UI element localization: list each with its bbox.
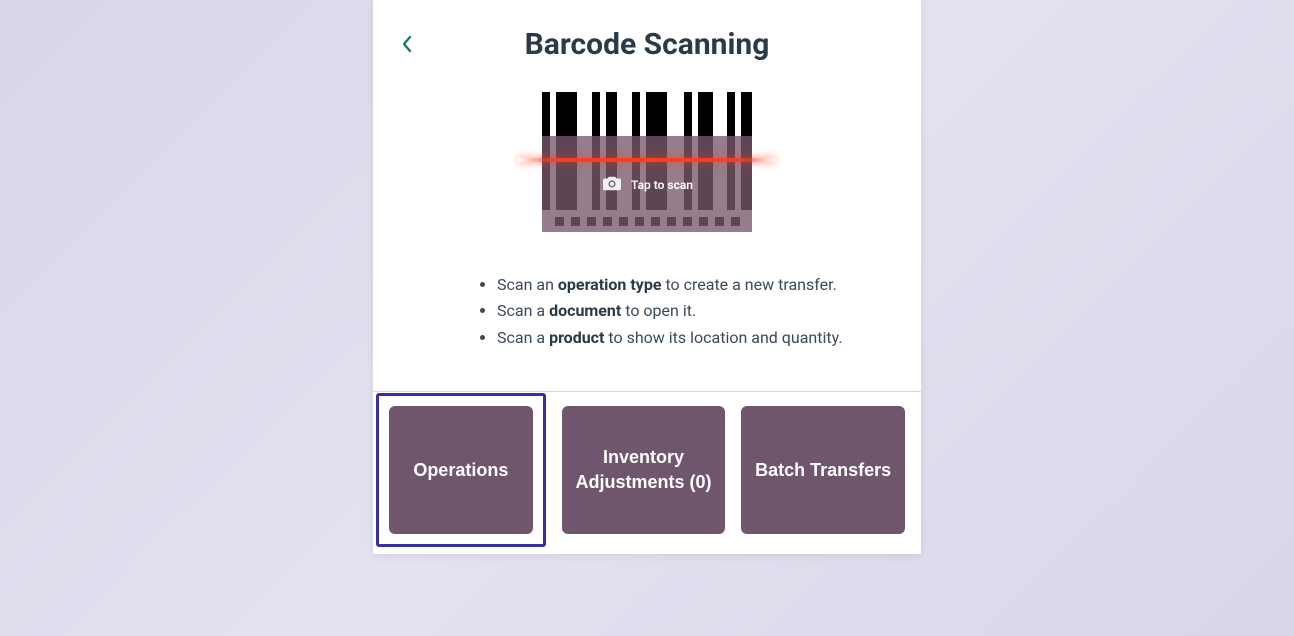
instruction-line-3: Scan a product to show its location and … [497,325,865,351]
tap-to-scan-button[interactable]: Tap to scan [542,136,752,232]
barcode-area: Tap to scan [389,92,905,232]
barcode-widget: Tap to scan [542,92,752,232]
instruction-line-2: Scan a document to open it. [497,298,865,324]
tap-row: Tap to scan [601,174,693,195]
operations-button[interactable]: Operations [389,406,533,534]
scan-line [518,158,776,162]
batch-transfers-button[interactable]: Batch Transfers [741,406,905,534]
main-card: Barcode Scanning [373,0,921,554]
header: Barcode Scanning [389,24,905,64]
inventory-adjustments-button[interactable]: Inventory Adjustments (0) [562,406,726,534]
divider [373,391,921,392]
selected-highlight: Operations [376,393,546,547]
page-title: Barcode Scanning [525,27,770,62]
chevron-left-icon [400,34,414,54]
instruction-line-1: Scan an operation type to create a new t… [497,272,865,298]
tap-label: Tap to scan [631,178,693,192]
camera-icon [601,174,623,195]
back-button[interactable] [395,32,419,56]
action-buttons-row: Operations Inventory Adjustments (0) Bat… [389,406,905,534]
instructions: Scan an operation type to create a new t… [389,272,905,351]
